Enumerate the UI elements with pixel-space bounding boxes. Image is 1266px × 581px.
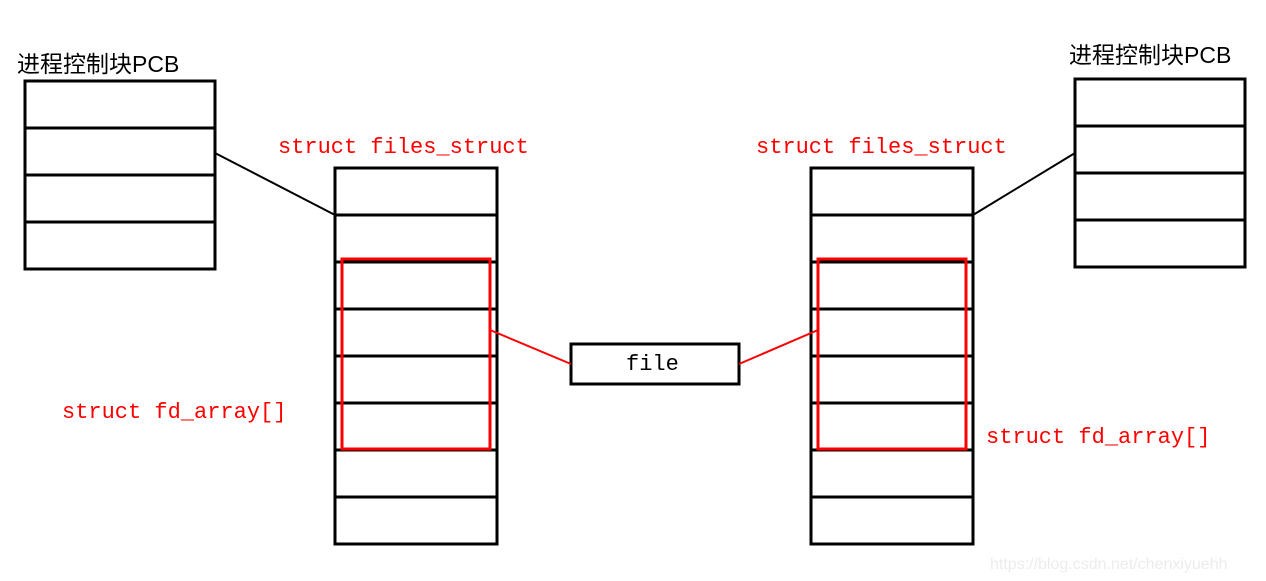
connector-pcb-right — [973, 153, 1075, 215]
connector-pcb-left — [215, 153, 335, 215]
pcb-left-box — [25, 81, 215, 269]
fd-array-left-highlight — [342, 259, 490, 449]
fd-array-left-label: struct fd_array[] — [62, 400, 286, 425]
files-struct-right-label: struct files_struct — [756, 135, 1007, 160]
pcb-left-label: 进程控制块PCB — [17, 45, 179, 79]
pcb-right-label: 进程控制块PCB — [1069, 36, 1231, 70]
files-struct-right-box — [811, 168, 973, 544]
fd-array-right-label: struct fd_array[] — [986, 425, 1210, 450]
connector-file-right — [739, 330, 818, 364]
connector-file-left — [490, 330, 571, 364]
pcb-right-box — [1075, 79, 1245, 267]
file-label: file — [626, 352, 679, 377]
watermark: https://blog.csdn.net/chenxiyuehh — [990, 556, 1228, 574]
fd-array-right-highlight — [818, 259, 966, 449]
files-struct-left-label: struct files_struct — [278, 135, 529, 160]
files-struct-left-box — [335, 168, 497, 544]
